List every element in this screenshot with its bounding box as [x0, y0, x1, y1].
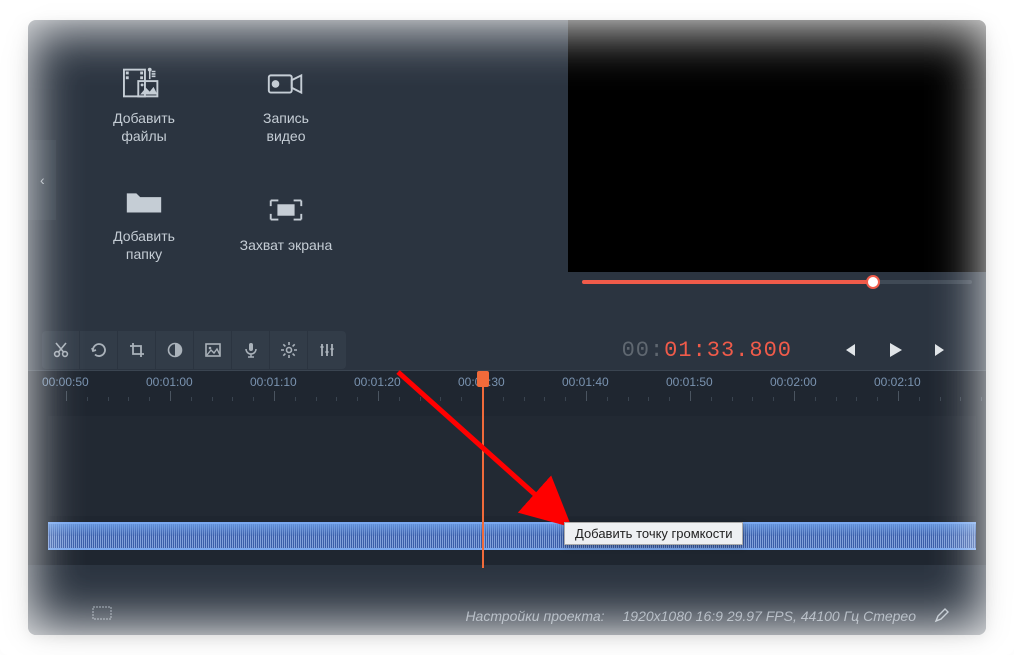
ruler-tick-label: 00:01:40	[562, 375, 609, 389]
record-video-button[interactable]: Запись видео	[220, 60, 352, 150]
cut-tool[interactable]	[42, 331, 80, 369]
add-files-button[interactable]: Добавить файлы	[78, 60, 210, 150]
ruler-tick-label: 00:01:10	[250, 375, 297, 389]
timecode-display: 00:01:33.800	[622, 338, 838, 363]
picture-tool[interactable]	[194, 331, 232, 369]
timeline-ruler[interactable]: 00:00:5000:01:0000:01:1000:01:2000:01:30…	[28, 370, 986, 410]
rotate-tool[interactable]	[80, 331, 118, 369]
mic-tool[interactable]	[232, 331, 270, 369]
play-button[interactable]	[884, 339, 906, 361]
audio-track[interactable]	[48, 522, 976, 550]
context-menu-add-volume-point[interactable]: Добавить точку громкости	[564, 522, 743, 545]
ruler-tick-label: 00:02:10	[874, 375, 921, 389]
collapse-sidebar-chevron[interactable]: ‹	[40, 172, 45, 188]
screen-capture-icon	[265, 192, 307, 228]
folder-icon	[123, 183, 165, 219]
prev-button[interactable]	[838, 339, 860, 361]
preview-progress[interactable]	[568, 272, 986, 296]
progress-knob[interactable]	[866, 275, 880, 289]
film-strip-icon	[92, 606, 112, 623]
ruler-tick-label: 00:01:20	[354, 375, 401, 389]
playhead[interactable]	[482, 373, 484, 568]
add-folder-button[interactable]: Добавить папку	[78, 178, 210, 268]
record-video-label: Запись видео	[263, 109, 309, 145]
ruler-tick-label: 00:01:00	[146, 375, 193, 389]
film-media-icon	[123, 65, 165, 101]
add-files-label: Добавить файлы	[113, 109, 175, 145]
contrast-tool[interactable]	[156, 331, 194, 369]
ruler-tick-label: 00:00:50	[42, 375, 89, 389]
video-track[interactable]	[48, 416, 976, 516]
video-preview	[568, 20, 986, 272]
project-resolution: 1920x1080 16:9 29.97 FPS, 44100 Гц Стере…	[623, 608, 917, 624]
screen-capture-button[interactable]: Захват экрана	[220, 178, 352, 268]
ruler-tick-label: 00:02:00	[770, 375, 817, 389]
crop-tool[interactable]	[118, 331, 156, 369]
edit-project-settings-icon[interactable]	[934, 607, 950, 626]
equalizer-tool[interactable]	[308, 331, 346, 369]
settings-tool[interactable]	[270, 331, 308, 369]
camcorder-icon	[265, 65, 307, 101]
ruler-tick-label: 00:01:50	[666, 375, 713, 389]
next-button[interactable]	[930, 339, 952, 361]
add-folder-label: Добавить папку	[113, 227, 175, 263]
screen-capture-label: Захват экрана	[240, 236, 333, 254]
project-settings-label: Настройки проекта:	[64, 608, 623, 624]
